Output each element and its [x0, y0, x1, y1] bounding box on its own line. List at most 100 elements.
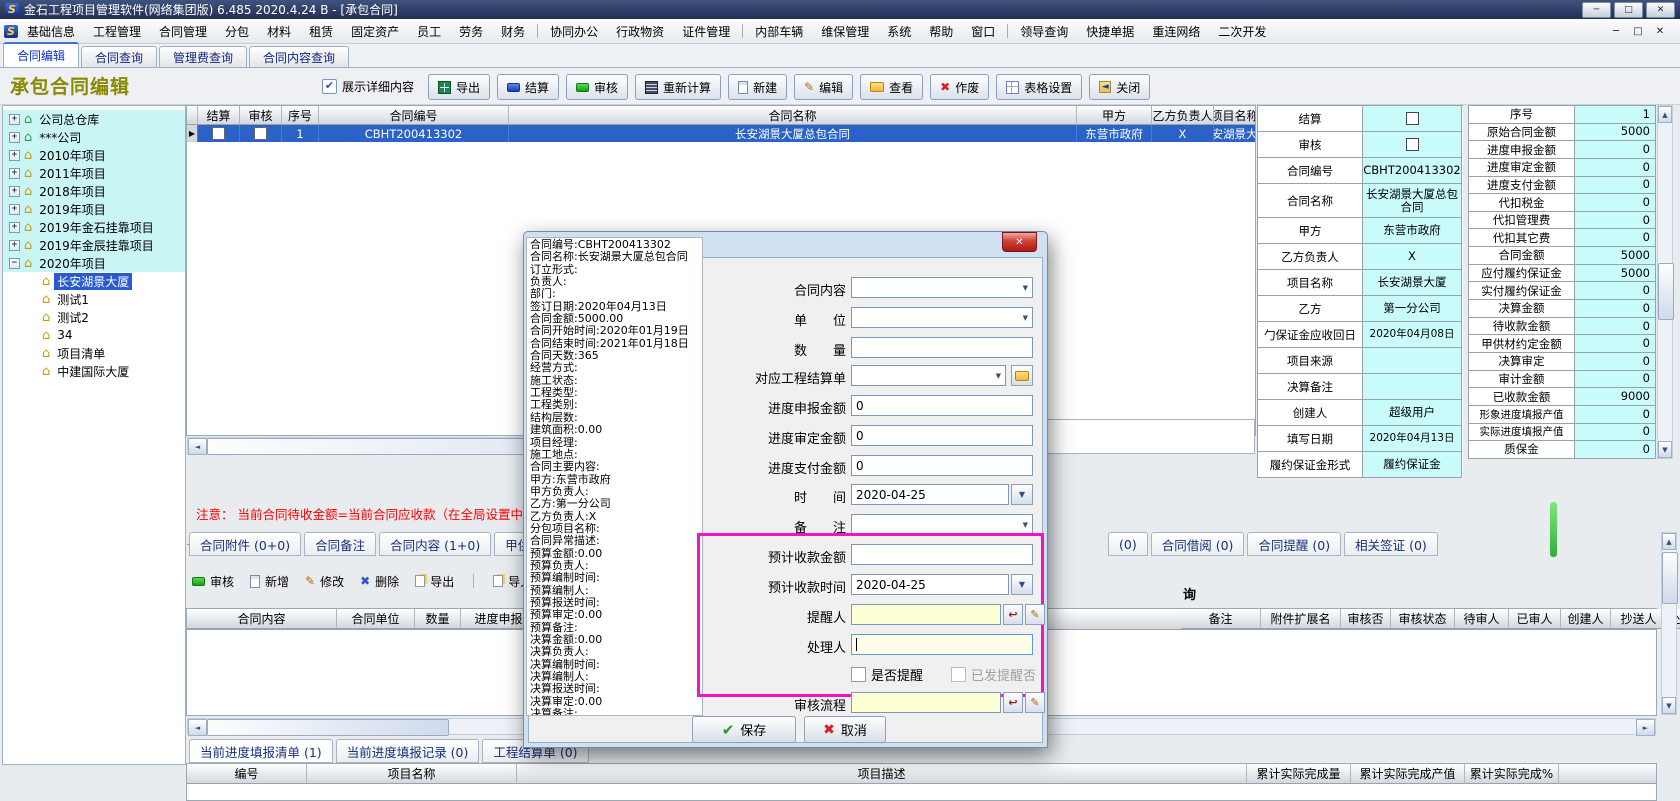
show-detail-option[interactable]: ✔ 展示详细内容 — [322, 78, 414, 95]
menu-item[interactable]: 协同办公 — [541, 23, 607, 40]
expect-time-input[interactable]: 2020-04-25 — [851, 574, 1009, 595]
audit-button[interactable]: 审核 — [566, 74, 628, 100]
mid-delete-button[interactable]: ✖删除 — [360, 573, 399, 590]
settle-sheet-combo[interactable]: ▼ — [851, 365, 1006, 386]
scroll-down-button[interactable]: ▼ — [1662, 697, 1676, 714]
detail-value[interactable] — [1363, 132, 1462, 158]
minimize-button[interactable]: ─ — [1582, 2, 1611, 18]
menu-item[interactable]: 分包 — [216, 23, 258, 40]
mid-edit-button[interactable]: ✎修改 — [305, 573, 344, 590]
workflow-picker-button[interactable]: ↩ — [1003, 692, 1023, 713]
tree-item[interactable]: +⌂2019年金石挂靠项目 — [3, 218, 185, 236]
void-button[interactable]: ✖作废 — [930, 74, 989, 100]
view-button[interactable]: 查看 — [860, 74, 923, 100]
column-header[interactable]: 乙方负责人 — [1152, 106, 1214, 125]
sign-pencil-button[interactable]: ✎ — [1025, 604, 1045, 625]
tree-item[interactable]: +⌂2019年项目 — [3, 200, 185, 218]
detail-checkbox[interactable] — [1406, 112, 1419, 125]
menu-item[interactable]: 材料 — [258, 23, 300, 40]
tree-item[interactable]: +⌂2010年项目 — [3, 146, 185, 164]
approve-amount-input[interactable]: 0 — [851, 425, 1033, 446]
mdi-close-button[interactable]: ✕ — [1652, 26, 1668, 37]
dialog-close-button[interactable]: ✕ — [1002, 232, 1037, 252]
main-tab[interactable]: 合同查询 — [81, 46, 157, 67]
column-header[interactable]: 抄送人 — [1611, 609, 1667, 629]
export-button[interactable]: 导出 — [428, 74, 490, 100]
column-header[interactable]: 附件扩展名 — [1261, 609, 1341, 629]
menu-item[interactable]: 帮助 — [920, 23, 962, 40]
tree-item[interactable]: +⌂2018年项目 — [3, 182, 185, 200]
column-header[interactable]: 待审人 — [1455, 609, 1509, 629]
settle-folder-button[interactable] — [1011, 365, 1033, 386]
tree-item[interactable]: ⌂34 — [29, 326, 185, 344]
bottom-tab[interactable]: 当前进度填报记录 (0) — [336, 739, 480, 763]
menu-item[interactable]: 证件管理 — [673, 23, 739, 40]
content-combo[interactable]: ▼ — [851, 277, 1033, 298]
column-header[interactable]: 合同编号 — [319, 106, 509, 125]
sub-tab[interactable]: (0) — [1108, 532, 1148, 556]
menu-item[interactable]: 合同管理 — [150, 23, 216, 40]
column-header[interactable]: 累计实际完成产值 — [1351, 764, 1465, 784]
settle-button[interactable]: 结算 — [497, 74, 559, 100]
row-checkbox[interactable] — [212, 127, 225, 140]
reminder-input[interactable] — [851, 604, 1001, 625]
cancel-button[interactable]: ✖ 取消 — [804, 716, 886, 743]
tree-item[interactable]: ⌂中建国际大厦 — [29, 362, 185, 380]
expand-toggle[interactable]: + — [9, 204, 20, 215]
handler-input[interactable] — [851, 634, 1033, 655]
expect-amount-input[interactable] — [851, 544, 1033, 565]
expand-toggle[interactable]: + — [9, 222, 20, 233]
remind-option[interactable]: 是否提醒 — [851, 665, 923, 684]
column-header[interactable]: 合同单位 — [337, 609, 415, 629]
tree-item[interactable]: +⌂2011年项目 — [3, 164, 185, 182]
column-header[interactable]: 项目名称 — [1214, 106, 1255, 125]
maximize-button[interactable]: □ — [1614, 2, 1643, 18]
menu-item[interactable]: 维保管理 — [812, 23, 878, 40]
remark-combo[interactable]: ▼ — [851, 514, 1033, 535]
edit-button[interactable]: ✎编辑 — [794, 74, 853, 100]
sub-tab[interactable]: 合同提醒 (0) — [1247, 532, 1341, 556]
save-button[interactable]: ✔ 保存 — [692, 716, 796, 743]
scroll-left-button[interactable]: ◄ — [188, 438, 207, 455]
column-header[interactable]: 项目名称 — [307, 764, 517, 784]
column-header[interactable]: 合同名称 — [509, 106, 1077, 125]
mdi-minimize-button[interactable]: ─ — [1608, 26, 1624, 37]
column-header[interactable]: 已审人 — [1509, 609, 1561, 629]
bottom-tab[interactable]: 当前进度填报清单 (1) — [189, 739, 333, 763]
green-scroll-thumb[interactable] — [1550, 502, 1557, 557]
show-detail-checkbox[interactable]: ✔ — [322, 79, 337, 94]
person-picker-button[interactable]: ↩ — [1003, 604, 1023, 625]
column-header[interactable]: 项目描述 — [517, 764, 1247, 784]
workflow-input[interactable] — [851, 692, 1001, 713]
menu-item[interactable]: 二次开发 — [1209, 23, 1275, 40]
declare-amount-input[interactable]: 0 — [851, 395, 1033, 416]
sub-tab[interactable]: 相关签证 (0) — [1344, 532, 1438, 556]
tree-item[interactable]: −⌂2020年项目 — [3, 254, 185, 272]
scrollbar-thumb[interactable] — [1662, 552, 1678, 604]
row-checkbox[interactable] — [254, 127, 267, 140]
column-header[interactable]: 备注 — [1181, 609, 1261, 629]
column-header[interactable]: 审核 — [240, 106, 282, 125]
detail-checkbox[interactable] — [1406, 138, 1419, 151]
pay-amount-input[interactable]: 0 — [851, 455, 1033, 476]
menu-item[interactable]: 财务 — [492, 23, 534, 40]
table-row-selected[interactable]: ▶ 1 CBHT200413302 长安湖景大厦总包合同 东营市政府 X 长安湖… — [187, 125, 1255, 142]
menu-item[interactable]: 员工 — [408, 23, 450, 40]
sub-tab[interactable]: 合同内容 (1+0) — [379, 532, 491, 556]
close-button[interactable]: ✕ — [1646, 2, 1675, 18]
mid-add-button[interactable]: 新增 — [250, 573, 289, 590]
settle-cell[interactable] — [198, 125, 240, 142]
sub-tab[interactable]: 合同备注 — [304, 532, 376, 556]
close-page-button[interactable]: ◄关闭 — [1089, 74, 1150, 100]
tree-item[interactable]: ⌂长安湖景大厦 — [29, 272, 185, 290]
scroll-down-button[interactable]: ▼ — [1658, 441, 1672, 458]
tree-item[interactable]: ⌂项目清单 — [29, 344, 185, 362]
menu-item[interactable]: 重连网络 — [1143, 23, 1209, 40]
column-header[interactable]: 编号 — [187, 764, 307, 784]
menu-item[interactable]: 工程管理 — [84, 23, 150, 40]
column-header[interactable]: 累计实际完成% — [1465, 764, 1559, 784]
mdi-restore-button[interactable]: □ — [1630, 26, 1646, 37]
menu-item[interactable]: 劳务 — [450, 23, 492, 40]
expand-toggle[interactable]: + — [9, 132, 20, 143]
scroll-up-button[interactable]: ▲ — [1662, 533, 1676, 550]
